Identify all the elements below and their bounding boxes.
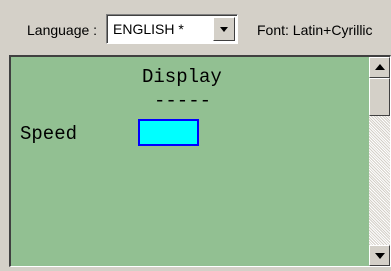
scroll-up-button[interactable] bbox=[369, 57, 390, 78]
language-dropdown-button[interactable] bbox=[213, 17, 235, 41]
language-label: Language : bbox=[27, 22, 98, 38]
display-preview: Display ----- Speed bbox=[9, 55, 391, 267]
display-separator: ----- bbox=[154, 90, 212, 112]
toolbar: Language : ENGLISH * Font: Latin+Cyrilli… bbox=[0, 0, 391, 52]
display-title: Display bbox=[142, 66, 222, 88]
language-select-value: ENGLISH * bbox=[113, 21, 184, 37]
vertical-scrollbar[interactable] bbox=[369, 57, 390, 266]
speed-label: Speed bbox=[20, 123, 78, 145]
font-label: Font: Latin+Cyrillic bbox=[257, 22, 373, 38]
language-select[interactable]: ENGLISH * bbox=[106, 14, 238, 44]
arrow-up-icon bbox=[375, 64, 385, 70]
chevron-down-icon bbox=[220, 27, 228, 32]
scroll-down-button[interactable] bbox=[369, 245, 390, 266]
scrollbar-thumb[interactable] bbox=[369, 78, 390, 116]
arrow-down-icon bbox=[375, 253, 385, 259]
speed-field[interactable] bbox=[138, 119, 199, 146]
